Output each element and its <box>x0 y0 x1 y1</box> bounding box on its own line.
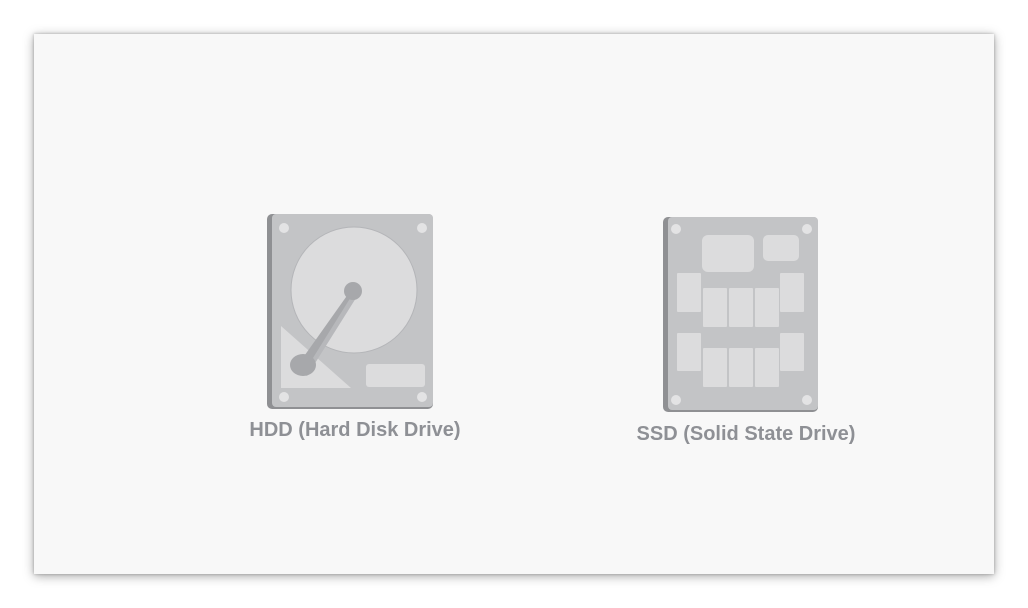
ssd-label: SSD (Solid State Drive) <box>636 423 856 445</box>
slide-card: HDD (Hard Disk Drive) SSD (Solid State D… <box>34 34 994 574</box>
hdd-label: HDD (Hard Disk Drive) <box>249 419 461 441</box>
hard-disk-drive-icon <box>267 214 433 409</box>
slide-frame: HDD (Hard Disk Drive) SSD (Solid State D… <box>0 0 1028 608</box>
solid-state-drive-icon <box>663 217 818 412</box>
